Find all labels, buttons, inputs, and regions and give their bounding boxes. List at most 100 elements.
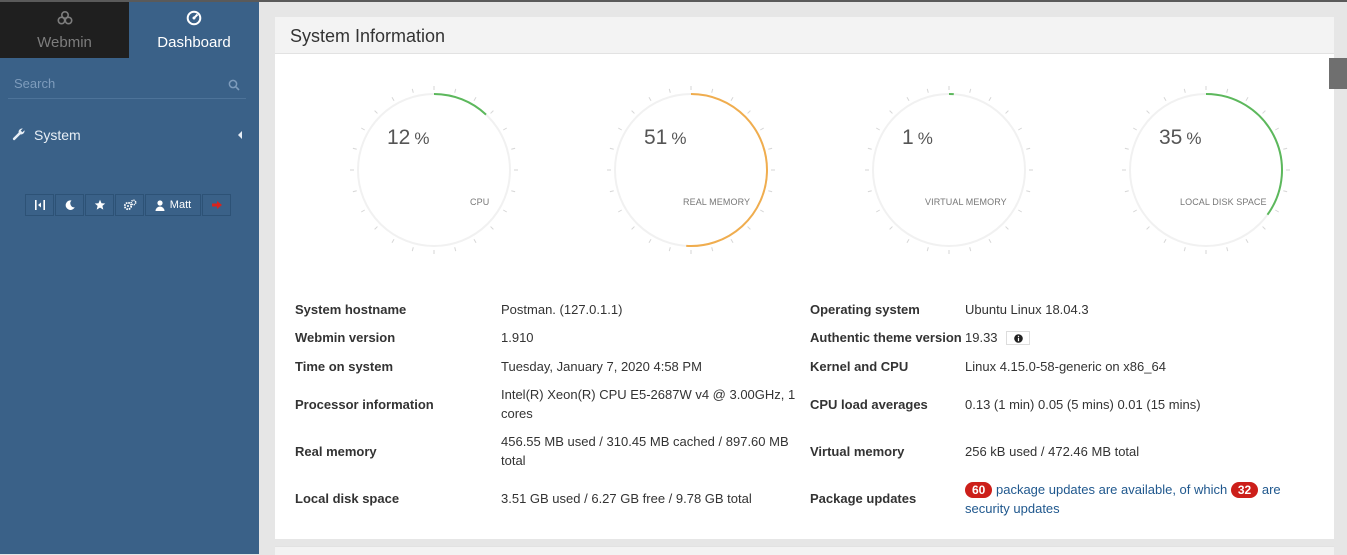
webmin-version-label: Webmin version (295, 328, 395, 347)
tab-webmin-label: Webmin (0, 34, 129, 51)
processor-label: Processor information (295, 395, 434, 414)
gauge-tick (491, 111, 494, 114)
kernel-value: Linux 4.15.0-58-generic on x86_64 (965, 357, 1166, 376)
disk-value: 3.51 GB used / 6.27 GB free / 9.78 GB to… (501, 489, 752, 508)
user-name-label: Matt (170, 199, 191, 211)
gauge-value: 51% (644, 126, 686, 150)
gauge-track (358, 94, 510, 246)
gauge-tick (1006, 111, 1009, 114)
gauge-tick (618, 210, 621, 212)
gauge-tick (649, 97, 651, 100)
cpu-gauge: 12% CPU (348, 74, 524, 264)
gauge-tick (1133, 210, 1136, 212)
gauge-label: CPU (470, 197, 489, 207)
package-updates-link-cont[interactable]: are (1262, 482, 1281, 497)
gauge-tick (610, 191, 614, 192)
updates-count-badge: 60 (965, 482, 992, 498)
gauge-tick (392, 97, 394, 100)
gauge-track (873, 94, 1025, 246)
processor-value: Intel(R) Xeon(R) CPU E5-2687W v4 @ 3.00G… (501, 385, 795, 423)
gauge-tick (632, 111, 635, 114)
real-memory-value-line2: total (501, 451, 789, 470)
gauge-tick (760, 128, 763, 130)
gauge-tick (768, 191, 772, 192)
gauge-tick (474, 97, 476, 100)
gauge-value: 12% (387, 126, 429, 150)
gauge-tick (375, 111, 378, 114)
theme-info-button[interactable] (1006, 331, 1030, 345)
time-label: Time on system (295, 357, 393, 376)
moon-icon (64, 199, 76, 211)
package-updates-label: Package updates (810, 489, 916, 508)
gauge-tick (1184, 247, 1185, 251)
gauge-tick (1275, 128, 1278, 130)
search-icon[interactable] (228, 78, 240, 96)
user-button[interactable]: Matt (145, 194, 201, 216)
os-value: Ubuntu Linux 18.04.3 (965, 300, 1089, 319)
gauge-tick (989, 97, 991, 100)
gauge-tick (876, 128, 879, 130)
gauge-tick (1263, 227, 1266, 230)
sidebar-item-system[interactable]: System (12, 124, 248, 146)
gauge-tick (1263, 111, 1266, 114)
gauge-tick (618, 128, 621, 130)
gauge-tick (455, 89, 456, 93)
search-input[interactable] (8, 72, 214, 91)
virtual-memory-label: Virtual memory (810, 442, 904, 461)
cogs-icon (123, 199, 137, 211)
gauge-tick (1227, 89, 1228, 93)
theme-settings-button[interactable] (115, 194, 144, 216)
sidebar-item-label: System (34, 127, 81, 143)
tab-webmin[interactable]: Webmin (0, 2, 129, 58)
gauge-tick (455, 247, 456, 251)
gauge-tick (1018, 210, 1021, 212)
security-updates-link[interactable]: security updates (965, 499, 1281, 518)
logout-button[interactable] (202, 194, 231, 216)
gauge-tick (511, 191, 515, 192)
real-memory-value: 456.55 MB used / 310.45 MB cached / 897.… (501, 432, 789, 470)
search-box (8, 72, 246, 99)
gauge-tick (970, 247, 971, 251)
hostname-label: System hostname (295, 300, 406, 319)
gauge-value: 35% (1159, 126, 1201, 150)
gauge-tick (1164, 97, 1166, 100)
gauge-tick (760, 210, 763, 212)
time-value[interactable]: Tuesday, January 7, 2020 4:58 PM (501, 357, 702, 376)
package-updates-value: 60 package updates are available, of whi… (965, 480, 1281, 518)
theme-version-value: 19.33 (965, 328, 1030, 347)
gauge-tick (1246, 97, 1248, 100)
gauge-tick (748, 111, 751, 114)
gauge-tick (1026, 148, 1030, 149)
right-drawer-toggle[interactable] (1329, 58, 1347, 89)
gauge-tick (907, 97, 909, 100)
sidebar-toolbar: Matt (25, 194, 232, 216)
tab-dashboard[interactable]: Dashboard (129, 2, 259, 58)
gauge-tick (748, 227, 751, 230)
sidebar: Webmin Dashboard System (0, 2, 259, 554)
gauge-tick (503, 210, 506, 212)
gauge-tick (712, 247, 713, 251)
gauge-tick (927, 89, 928, 93)
gauge-value-arc (686, 94, 767, 246)
gauge-tick (412, 247, 413, 251)
panel-header[interactable]: System Information (275, 17, 1334, 54)
gauge-tick (890, 111, 893, 114)
night-mode-button[interactable] (55, 194, 84, 216)
favorites-button[interactable] (85, 194, 114, 216)
gauge-tick (1147, 111, 1150, 114)
gauge-tick (989, 239, 991, 242)
processor-value-line2: cores (501, 404, 795, 423)
gauge-tick (1133, 128, 1136, 130)
gauge-tick (1283, 191, 1287, 192)
toggle-sidebar-button[interactable] (25, 194, 54, 216)
disk-label: Local disk space (295, 489, 399, 508)
processor-value-line1: Intel(R) Xeon(R) CPU E5-2687W v4 @ 3.00G… (501, 385, 795, 404)
gauge-tick (511, 148, 515, 149)
gauge-tick (353, 191, 357, 192)
gauge-value: 1% (902, 126, 933, 150)
package-updates-link[interactable]: package updates are available, of which (996, 482, 1227, 497)
gauge-tick (868, 148, 872, 149)
gauge-tick (927, 247, 928, 251)
gauge-tick (970, 89, 971, 93)
gauge-tick (669, 89, 670, 93)
